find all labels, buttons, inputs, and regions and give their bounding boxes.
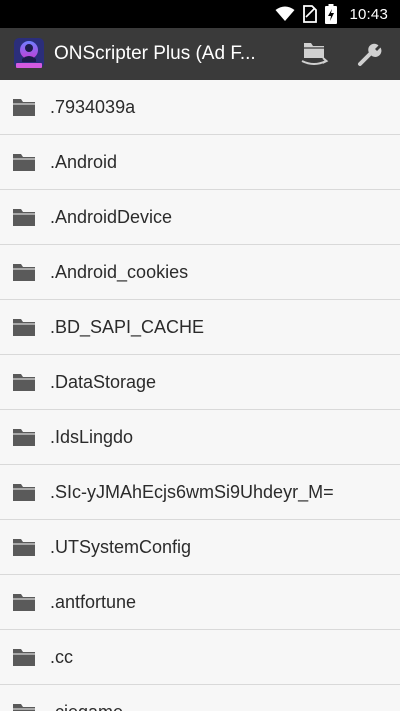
list-item[interactable]: .cc <box>0 630 400 685</box>
app-actions <box>296 36 388 72</box>
folder-icon <box>12 262 36 282</box>
folder-name: .IdsLingdo <box>50 426 134 447</box>
folder-icon <box>12 152 36 172</box>
folder-name: .AndroidDevice <box>50 206 173 227</box>
folder-name: .DataStorage <box>50 371 157 392</box>
folder-name: .BD_SAPI_CACHE <box>50 316 205 337</box>
no-sim-icon <box>303 5 318 23</box>
list-item[interactable]: .DataStorage <box>0 355 400 410</box>
list-item[interactable]: .Android_cookies <box>0 245 400 300</box>
list-item[interactable]: .UTSystemConfig <box>0 520 400 575</box>
folder-icon <box>12 372 36 392</box>
folder-icon <box>12 702 36 711</box>
folder-icon <box>12 207 36 227</box>
folder-icon <box>12 317 36 337</box>
battery-charging-icon <box>325 4 338 24</box>
folder-name: .Android <box>50 151 118 172</box>
list-item[interactable]: .7934039a <box>0 80 400 135</box>
list-item[interactable]: .IdsLingdo <box>0 410 400 465</box>
folder-name: .antfortune <box>50 591 137 612</box>
app-logo-icon[interactable] <box>12 37 46 71</box>
folder-name: .cc <box>50 646 74 667</box>
list-item[interactable]: .AndroidDevice <box>0 190 400 245</box>
wrench-icon[interactable] <box>352 36 388 72</box>
list-item[interactable]: .Android <box>0 135 400 190</box>
folder-icon <box>12 97 36 117</box>
folder-name: .SIc-yJMAhEcjs6wmSi9Uhdeyr_M= <box>50 481 334 502</box>
folder-icon <box>12 482 36 502</box>
folder-name: .ciegame <box>50 702 123 711</box>
folder-icon <box>12 427 36 447</box>
status-time: 10:43 <box>349 5 388 23</box>
app-title: ONScripter Plus (Ad F... <box>54 43 256 64</box>
folder-name: .7934039a <box>50 96 136 117</box>
list-item[interactable]: .antfortune <box>0 575 400 630</box>
folder-name: .UTSystemConfig <box>50 536 192 557</box>
wifi-icon <box>275 6 295 22</box>
list-item[interactable]: .ciegame <box>0 685 400 711</box>
list-item[interactable]: .SIc-yJMAhEcjs6wmSi9Uhdeyr_M= <box>0 465 400 520</box>
folder-icon <box>12 647 36 667</box>
folder-switch-icon[interactable] <box>296 36 332 72</box>
file-list[interactable]: .7934039a .Android .AndroidDevice .Andro… <box>0 80 400 711</box>
folder-name: .Android_cookies <box>50 261 189 282</box>
status-bar: 10:43 <box>0 0 400 28</box>
folder-icon <box>12 592 36 612</box>
folder-icon <box>12 537 36 557</box>
list-item[interactable]: .BD_SAPI_CACHE <box>0 300 400 355</box>
app-bar: ONScripter Plus (Ad F... <box>0 28 400 80</box>
